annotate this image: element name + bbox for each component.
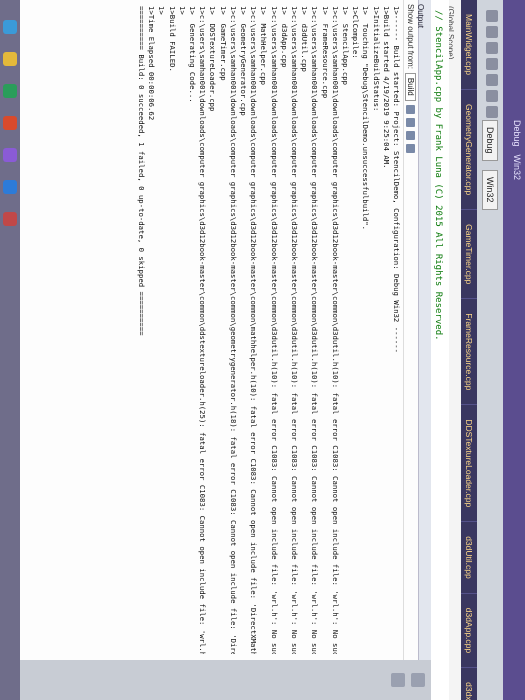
output-line: 1> d3dUtil.cpp <box>300 6 310 72</box>
chrome-icon[interactable] <box>3 212 17 226</box>
code-comment-line: // StencilApp.cpp by Frank Luna (C) 2015… <box>433 10 443 341</box>
output-line: 1> GeometryGenerator.cpp <box>238 6 248 116</box>
output-line: 1>c:\users\samhan001\downloads\computer … <box>228 6 238 654</box>
output-line: 1>------ Build started: Project: Stencil… <box>392 6 401 354</box>
output-line: 1> Generating Code... <box>187 6 197 103</box>
tab-d3dx12[interactable]: d3dx12.h <box>461 668 477 700</box>
output-line: 1> <box>157 6 167 15</box>
solution-explorer-icon[interactable] <box>411 673 425 687</box>
output-line: ========== Build: 0 succeeded, 1 failed,… <box>136 6 146 336</box>
output-line: 1> d3dApp.cpp <box>279 6 289 68</box>
scope-bar: (Global Scope) <box>446 0 461 700</box>
output-header: Output <box>416 0 431 660</box>
new-file-icon[interactable] <box>486 42 498 54</box>
store-icon[interactable] <box>3 84 17 98</box>
screen: Debug Win32 Debug Win32 MainWidget.cpp G… <box>0 0 525 700</box>
output-line: 1>Time Elapsed 00:00:06.62 <box>147 6 157 121</box>
tab-d3dapp[interactable]: d3dApp.cpp <box>461 593 477 669</box>
code-editor[interactable]: // StencilApp.cpp by Frank Luna (C) 2015… <box>430 0 449 700</box>
taskbar <box>0 0 20 700</box>
tab-ddstextureloader[interactable]: DDSTextureLoader.cpp <box>461 405 477 523</box>
document-tabs: MainWidget.cpp GeometryGenerator.cpp Gam… <box>461 0 477 700</box>
output-line: 1>ClCompile: <box>351 6 361 59</box>
output-line: 1> Touching "Debug\StencilDemo.unsuccess… <box>361 6 371 231</box>
tab-frameresource[interactable]: FrameResource.cpp <box>461 299 477 406</box>
word-wrap-icon[interactable] <box>406 143 416 153</box>
show-output-dropdown[interactable]: Build <box>405 72 417 101</box>
output-line: 1>c:\users\samhan001\downloads\computer … <box>269 6 279 654</box>
tab-mainwidget[interactable]: MainWidget.cpp <box>461 0 477 90</box>
output-toolbar: Show output from: Build <box>403 0 418 660</box>
output-panel: Output Show output from: Build 1>------ … <box>0 0 431 660</box>
platform-dropdown[interactable]: Win32 <box>482 170 498 210</box>
word-icon[interactable] <box>3 180 17 194</box>
output-text: 1>------ Build started: Project: Stencil… <box>134 0 403 660</box>
output-line: 1> GameTimer.cpp <box>218 6 228 81</box>
properties-icon[interactable] <box>391 673 405 687</box>
output-line: 1> MathHelper.cpp <box>259 6 269 86</box>
clear-all-icon[interactable] <box>406 130 416 140</box>
output-line: 1>c:\users\samhan001\downloads\computer … <box>289 6 299 654</box>
open-icon[interactable] <box>486 58 498 70</box>
config-dropdown[interactable]: Debug <box>482 120 498 161</box>
output-line: 1>Build started 4/19/2019 9:25:04 AM. <box>381 6 391 169</box>
back-icon[interactable] <box>486 10 498 22</box>
output-title: Output <box>416 4 425 29</box>
tab-geometrygenerator[interactable]: GeometryGenerator.cpp <box>461 89 477 211</box>
goto-prev-icon[interactable] <box>406 104 416 114</box>
toolbar: Debug Win32 <box>476 0 503 700</box>
goto-next-icon[interactable] <box>406 117 416 127</box>
output-line: 1>c:\users\samhan001\downloads\computer … <box>249 6 259 654</box>
file-explorer-icon[interactable] <box>3 52 17 66</box>
output-line: 1>InitializeBuildStatus: <box>371 6 381 112</box>
debug-label[interactable]: Debug <box>512 120 522 147</box>
save-icon[interactable] <box>486 74 498 86</box>
output-line: 1> StencilApp.cpp <box>340 6 350 86</box>
output-line: 1>Build FAILED. <box>167 6 177 72</box>
powerpoint-icon[interactable] <box>3 116 17 130</box>
output-line: 1>c:\users\samhan001\downloads\computer … <box>310 6 320 654</box>
tab-d3dutil[interactable]: d3dUtil.cpp <box>461 522 477 594</box>
output-line: 1> <box>177 6 187 15</box>
output-line: 1> DDSTextureLoader.cpp <box>208 6 218 112</box>
ie-icon[interactable] <box>3 20 17 34</box>
visual-studio-icon[interactable] <box>3 148 17 162</box>
undo-icon[interactable] <box>486 106 498 118</box>
platform-label[interactable]: Win32 <box>512 155 522 181</box>
output-line: 1>c:\users\samhan001\downloads\computer … <box>198 6 208 654</box>
output-line: 1> FrameResource.cpp <box>320 6 330 99</box>
output-line: 1>c:\users\samhan001\downloads\computer … <box>330 6 340 654</box>
title-bar: Debug Win32 <box>503 0 525 700</box>
right-dock <box>20 660 431 700</box>
forward-icon[interactable] <box>486 26 498 38</box>
show-output-label: Show output from: <box>406 4 416 69</box>
save-all-icon[interactable] <box>486 90 498 102</box>
tab-gametimer[interactable]: GameTimer.cpp <box>461 210 477 300</box>
